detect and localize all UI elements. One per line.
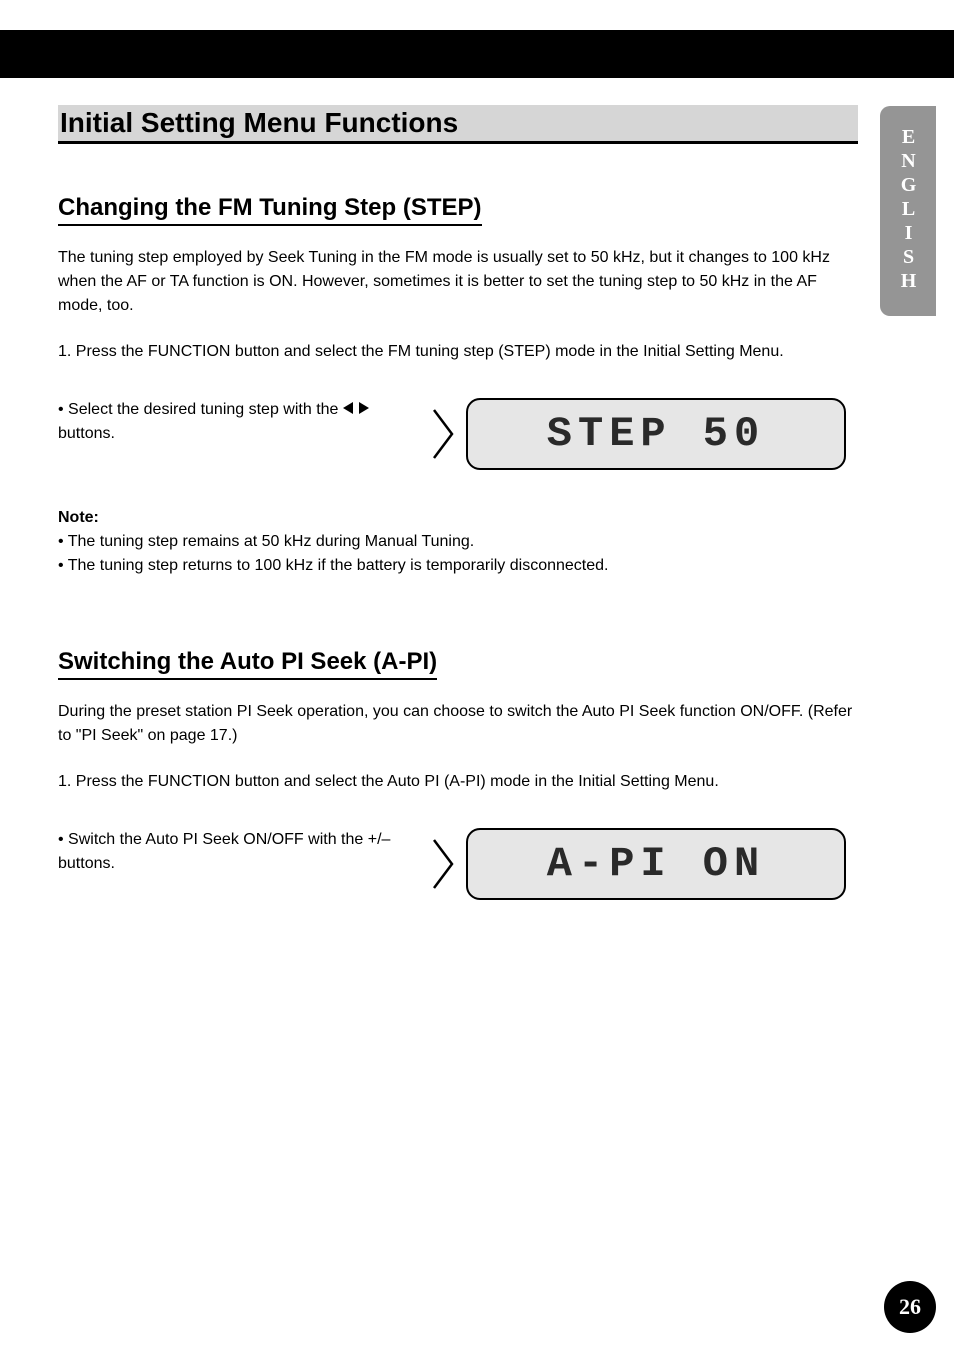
step-note-block: Note: • The tuning step remains at 50 kH… — [58, 506, 858, 578]
language-tab: ENGLISH — [880, 106, 936, 316]
step-instruction-1: 1. Press the FUNCTION button and select … — [58, 340, 858, 364]
header-blackbar — [0, 30, 954, 78]
api-display: A-PI ON — [428, 828, 846, 900]
content-area: Initial Setting Menu Functions Changing … — [58, 105, 858, 900]
step-note-2: • The tuning step returns to 100 kHz if … — [58, 554, 858, 578]
lcd-step: STEP 50 — [466, 398, 846, 470]
step-bullet-text-b: buttons. — [58, 425, 115, 442]
language-tab-label: ENGLISH — [897, 126, 920, 294]
lcd-api: A-PI ON — [466, 828, 846, 900]
step-note-1: • The tuning step remains at 50 kHz duri… — [58, 530, 858, 554]
page-number-badge: 26 — [884, 1281, 936, 1333]
api-row: • Switch the Auto PI Seek ON/OFF with th… — [58, 828, 858, 900]
step-section: Changing the FM Tuning Step (STEP) The t… — [58, 194, 858, 578]
section-title-bar: Initial Setting Menu Functions — [58, 105, 858, 144]
chevron-right-icon — [428, 836, 458, 892]
api-section: Switching the Auto PI Seek (A-PI) During… — [58, 648, 858, 900]
step-bullet-line: • Select the desired tuning step with th… — [58, 398, 408, 446]
right-arrow-icon — [359, 402, 369, 414]
api-intro: During the preset station PI Seek operat… — [58, 700, 858, 748]
step-row: • Select the desired tuning step with th… — [58, 398, 858, 470]
section-title: Initial Setting Menu Functions — [60, 107, 852, 139]
api-left-col: • Switch the Auto PI Seek ON/OFF with th… — [58, 828, 428, 876]
step-intro: The tuning step employed by Seek Tuning … — [58, 246, 858, 318]
api-heading: Switching the Auto PI Seek (A-PI) — [58, 648, 437, 680]
api-instruction-1: 1. Press the FUNCTION button and select … — [58, 770, 858, 794]
api-bullet: • Switch the Auto PI Seek ON/OFF with th… — [58, 828, 408, 876]
step-heading: Changing the FM Tuning Step (STEP) — [58, 194, 482, 226]
step-display: STEP 50 — [428, 398, 846, 470]
page-number: 26 — [899, 1294, 921, 1320]
step-left-col: • Select the desired tuning step with th… — [58, 398, 428, 446]
chevron-right-icon — [428, 406, 458, 462]
left-arrow-icon — [343, 402, 353, 414]
step-bullet-text-a: • Select the desired tuning step with th… — [58, 401, 343, 418]
note-label: Note: — [58, 509, 99, 526]
